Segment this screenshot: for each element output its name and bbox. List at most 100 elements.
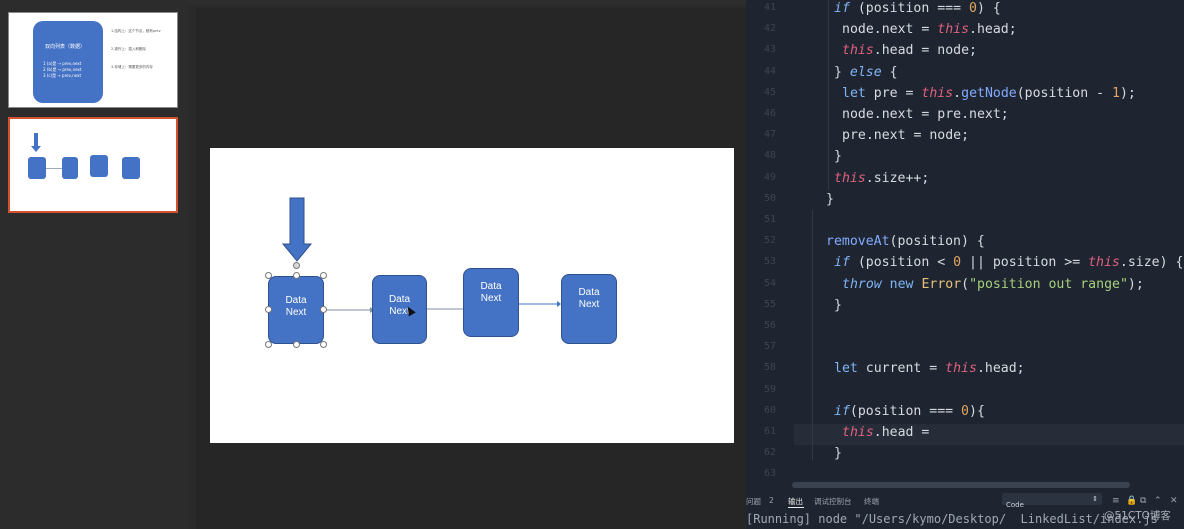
- thumb-node: [122, 157, 140, 179]
- line-number: 58: [763, 362, 776, 374]
- code-line[interactable]: }: [834, 146, 842, 167]
- code-line[interactable]: }: [834, 443, 842, 464]
- line-number: 62: [763, 447, 776, 459]
- line-number: 47: [763, 129, 776, 141]
- code-line[interactable]: if (position === 0) {: [834, 0, 1001, 19]
- thumb-card: 双向列表（数据） 1 (a)是 → prev,next 2 (b)是 → pre…: [33, 21, 103, 103]
- line-number: 45: [763, 86, 776, 98]
- panel-tab-bar: 问题 2 输出 调试控制台 终端 Code ⇕ ≡ 🔒 ⧉ ⌃ ✕: [746, 490, 1184, 510]
- close-icon[interactable]: ✕: [1170, 496, 1178, 506]
- thumb-note: 2.操作上：插入和删除: [111, 47, 146, 51]
- line-number: 42: [763, 23, 776, 35]
- filter-list-icon[interactable]: ≡: [1112, 496, 1120, 506]
- line-number: 51: [763, 214, 776, 225]
- code-line[interactable]: if(position === 0){: [834, 401, 985, 422]
- line-number: 61: [763, 426, 776, 437]
- selection-handle[interactable]: [320, 272, 327, 279]
- thumb-card-line: 3 (c)是 → prev,next: [43, 73, 82, 78]
- list-node-1[interactable]: Data Next: [268, 276, 324, 344]
- selection-handle[interactable]: [265, 306, 272, 313]
- node-data-label: Data: [578, 287, 600, 298]
- node-next-label: Next: [389, 306, 410, 317]
- selection-handle[interactable]: [293, 341, 300, 348]
- list-node-3[interactable]: Data Next: [463, 268, 519, 337]
- code-line[interactable]: this.size++;: [834, 168, 929, 189]
- code-editor[interactable]: 41 42 43 44 45 46 47 48 49 50 51 52 53 54 55 56 57 58 59 60…: [746, 0, 1184, 529]
- line-number-gutter: 41 42 43 44 45 46 47 48 49 50 51 52 53 54 55 56 57 58 59 60…: [746, 0, 792, 490]
- lock-icon[interactable]: 🔒: [1126, 496, 1137, 506]
- selection-handle[interactable]: [320, 341, 327, 348]
- slide-thumbnail-1[interactable]: 双向列表（数据） 1 (a)是 → prev,next 2 (b)是 → pre…: [8, 12, 178, 108]
- output-channel-value: Code: [1006, 501, 1024, 509]
- thumb-arrow-icon: [34, 133, 38, 147]
- thumb-node: [28, 157, 46, 179]
- code-line[interactable]: throw new Error("position out range");: [842, 274, 1144, 295]
- node-next-label: Next: [578, 299, 600, 310]
- thumb-arrow-head: [31, 146, 41, 152]
- copy-icon[interactable]: ⧉: [1140, 496, 1146, 506]
- output-channel-select[interactable]: Code ⇕: [1002, 493, 1102, 509]
- line-number: 63: [763, 468, 776, 480]
- node-next-label: Next: [285, 307, 307, 318]
- line-number: 46: [763, 108, 776, 119]
- code-line[interactable]: removeAt(position) {: [826, 231, 985, 252]
- tab-terminal[interactable]: 终端: [864, 496, 879, 507]
- problems-count-badge: 2: [769, 496, 774, 505]
- line-number: 54: [763, 277, 776, 289]
- line-number: 52: [763, 235, 776, 247]
- thumb-note: 1.结构上：这个节点，都有prev: [111, 29, 161, 33]
- list-node-2[interactable]: Data Next: [372, 275, 427, 344]
- output-text: [Running] node "/Users/kymo/Desktop/ Lin…: [746, 512, 1158, 526]
- thumb-card-title: 双向列表（数据）: [45, 44, 86, 50]
- code-line[interactable]: this.head =: [842, 422, 929, 443]
- presentation-window: 双向列表（数据） 1 (a)是 → prev,next 2 (b)是 → pre…: [0, 0, 746, 529]
- slide-thumbnail-2[interactable]: [8, 117, 178, 213]
- node-data-label: Data: [285, 295, 307, 306]
- code-line[interactable]: node.next = pre.next;: [842, 104, 1009, 125]
- code-line[interactable]: pre.next = node;: [842, 125, 969, 146]
- horizontal-scrollbar[interactable]: [792, 482, 1130, 488]
- down-arrow-icon: [281, 197, 313, 262]
- tab-output[interactable]: 输出: [788, 496, 803, 507]
- node-data-label: Data: [388, 294, 411, 305]
- active-tab-indicator: [788, 507, 804, 508]
- code-line[interactable]: if (position < 0 || position >= this.siz…: [834, 252, 1183, 273]
- code-line[interactable]: } else {: [834, 62, 898, 83]
- line-number: 59: [763, 383, 776, 395]
- rotation-handle[interactable]: [293, 262, 300, 269]
- line-number: 49: [763, 171, 776, 183]
- line-number: 60: [763, 404, 776, 416]
- selection-handle[interactable]: [265, 341, 272, 348]
- line-number: 57: [763, 341, 776, 353]
- selection-handle[interactable]: [320, 306, 327, 313]
- slide-thumbnail-panel[interactable]: 双向列表（数据） 1 (a)是 → prev,next 2 (b)是 → pre…: [0, 0, 188, 529]
- code-line[interactable]: node.next = this.head;: [842, 19, 1017, 40]
- line-number: 56: [763, 320, 776, 331]
- tab-problems[interactable]: 问题: [746, 496, 761, 507]
- code-line[interactable]: this.head = node;: [842, 40, 977, 61]
- thumb-link: [46, 168, 62, 169]
- node-next-label: Next: [480, 293, 502, 304]
- line-number: 55: [763, 298, 776, 310]
- selection-handle[interactable]: [265, 272, 272, 279]
- slide-canvas[interactable]: Data Next Data Next Data Next Data Next: [210, 148, 734, 443]
- thumb-note: 3.存储上：需要更多的内存: [111, 65, 153, 69]
- code-line[interactable]: }: [834, 295, 842, 316]
- line-number: 41: [763, 2, 776, 13]
- list-node-4[interactable]: Data Next: [561, 274, 617, 344]
- chevron-updown-icon: ⇕: [1092, 495, 1098, 503]
- node-data-label: Data: [480, 281, 502, 292]
- tab-debug-console[interactable]: 调试控制台: [814, 496, 852, 507]
- selection-handle[interactable]: [293, 272, 300, 279]
- code-line[interactable]: }: [826, 189, 834, 210]
- line-number: 50: [763, 192, 776, 204]
- line-number: 48: [763, 150, 776, 162]
- thumb-node: [90, 155, 108, 177]
- maximize-icon[interactable]: ⌃: [1154, 496, 1162, 506]
- indent-guide: [828, 0, 829, 190]
- watermark: @51CTO博客: [1104, 510, 1171, 522]
- line-number: 44: [763, 65, 776, 77]
- indent-guide: [812, 210, 813, 460]
- code-line[interactable]: let current = this.head;: [834, 358, 1025, 379]
- code-line[interactable]: let pre = this.getNode(position - 1);: [842, 83, 1136, 104]
